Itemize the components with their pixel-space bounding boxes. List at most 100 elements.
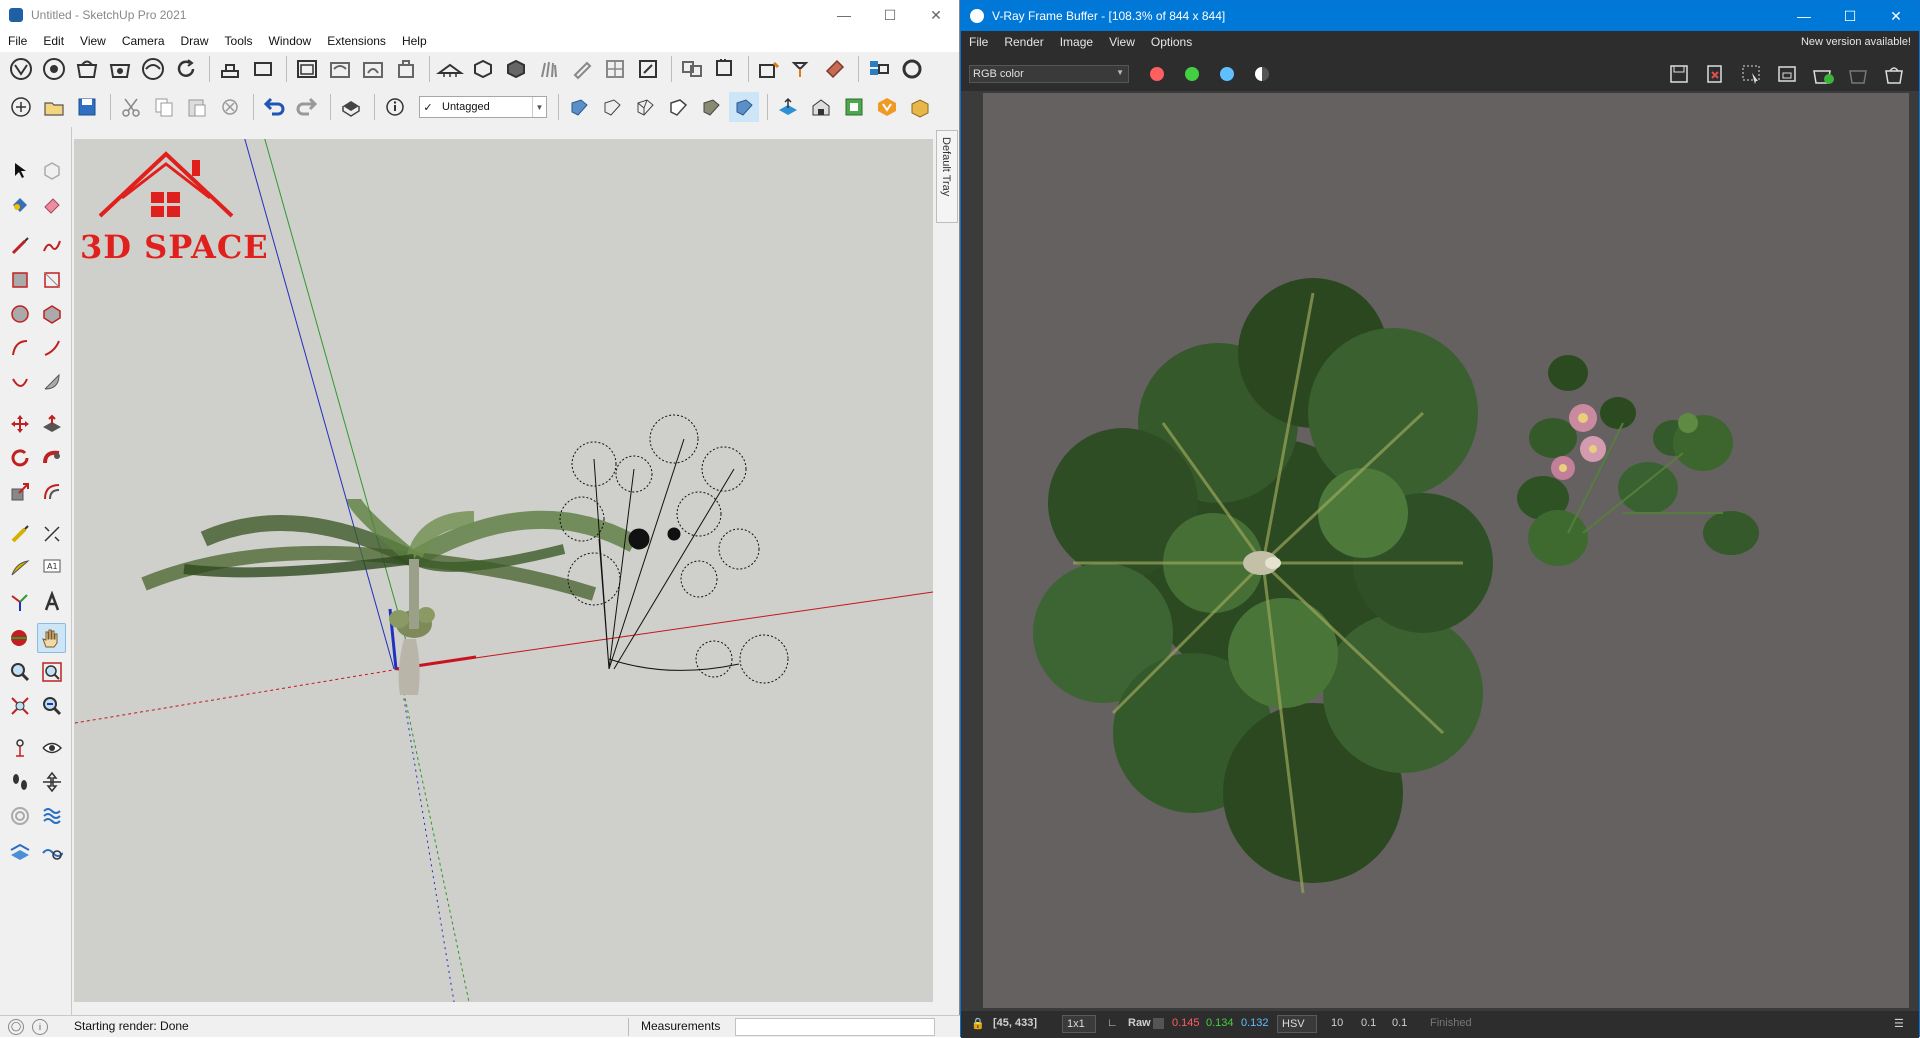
vray-minimize-button[interactable]: —: [1781, 1, 1827, 31]
render-image[interactable]: [983, 93, 1909, 1008]
minimize-button[interactable]: —: [821, 0, 867, 30]
redo-icon[interactable]: [292, 92, 322, 122]
two-point-arc-icon[interactable]: [37, 333, 66, 363]
menu-edit[interactable]: Edit: [35, 30, 72, 52]
paint-bucket-icon[interactable]: [5, 189, 34, 219]
text-tool-icon[interactable]: A1: [37, 553, 66, 583]
style-xray-icon[interactable]: [564, 92, 594, 122]
sandbox-icon[interactable]: [773, 92, 803, 122]
track-mouse-icon[interactable]: [1773, 61, 1801, 87]
chevron-down-icon[interactable]: ▼: [532, 97, 546, 117]
protractor-icon[interactable]: [5, 553, 34, 583]
menu-window[interactable]: Window: [261, 30, 320, 52]
menu-view[interactable]: View: [72, 30, 114, 52]
save-icon[interactable]: [72, 92, 102, 122]
rectangle-tool-icon[interactable]: [5, 265, 34, 295]
style-back-edges-icon[interactable]: [597, 92, 627, 122]
menu-camera[interactable]: Camera: [114, 30, 173, 52]
walk-tool-icon[interactable]: [5, 767, 34, 797]
layout-icon[interactable]: [872, 92, 902, 122]
vray-close-button[interactable]: ✕: [1873, 1, 1919, 31]
log-panel-icon[interactable]: ☰: [1894, 1017, 1904, 1030]
stop-render-icon[interactable]: [1845, 61, 1873, 87]
colorspace-select[interactable]: HSV: [1277, 1015, 1317, 1033]
maximize-button[interactable]: ☐: [867, 0, 913, 30]
solid-tools-icon[interactable]: [37, 801, 66, 831]
undo-icon[interactable]: [259, 92, 289, 122]
extension-warehouse-icon[interactable]: [839, 92, 869, 122]
orbit-tool-icon[interactable]: [5, 623, 34, 653]
circle-tool-icon[interactable]: [5, 299, 34, 329]
model-info-icon[interactable]: [380, 92, 410, 122]
select-tool-icon[interactable]: [5, 155, 34, 185]
open-folder-icon[interactable]: [39, 92, 69, 122]
lily-wireframe-model[interactable]: [559, 414, 789, 684]
cosmos-browser-icon[interactable]: [864, 54, 894, 84]
3d-viewport[interactable]: [74, 139, 933, 1002]
vray-interactive-render-icon[interactable]: [105, 54, 135, 84]
geo-location-icon[interactable]: ◯: [8, 1018, 24, 1035]
vray-material-library-icon[interactable]: [820, 54, 850, 84]
info-icon[interactable]: i: [32, 1018, 48, 1035]
pie-tool-icon[interactable]: [37, 367, 66, 397]
offset-tool-icon[interactable]: [37, 477, 66, 507]
vray-ies-light-icon[interactable]: [358, 54, 388, 84]
save-image-icon[interactable]: [1665, 61, 1693, 87]
measurements-input[interactable]: [735, 1018, 935, 1036]
zoom-extents-icon[interactable]: [5, 691, 34, 721]
blue-channel-toggle[interactable]: [1220, 67, 1234, 81]
green-channel-toggle[interactable]: [1185, 67, 1199, 81]
clear-image-icon[interactable]: [1701, 61, 1729, 87]
push-pull-icon[interactable]: [37, 409, 66, 439]
copy-icon[interactable]: [149, 92, 179, 122]
vray-decal-icon[interactable]: [633, 54, 663, 84]
vray-sphere-light-icon[interactable]: [248, 54, 278, 84]
follow-me-icon[interactable]: [37, 443, 66, 473]
pixel-ratio-select[interactable]: 1x1: [1062, 1015, 1096, 1033]
zoom-tool-icon[interactable]: [5, 657, 34, 687]
vray-refresh-icon[interactable]: [171, 54, 201, 84]
section-plane-icon[interactable]: [37, 767, 66, 797]
new-file-icon[interactable]: [6, 92, 36, 122]
default-tray-tab[interactable]: Default Tray: [936, 130, 958, 223]
vray-export-proxy-icon[interactable]: [501, 54, 531, 84]
vray-menu-view[interactable]: View: [1101, 31, 1143, 53]
color-picker-icon[interactable]: ∟: [1107, 1017, 1118, 1029]
vray-progressive-icon[interactable]: [138, 54, 168, 84]
vray-render-icon[interactable]: [72, 54, 102, 84]
papaya-tree-model[interactable]: [141, 497, 639, 695]
components-box-icon[interactable]: [905, 92, 935, 122]
vray-menu-render[interactable]: Render: [996, 31, 1051, 53]
three-point-arc-icon[interactable]: [5, 367, 34, 397]
lock-icon[interactable]: 🔒: [971, 1017, 985, 1030]
rotated-rectangle-icon[interactable]: [37, 265, 66, 295]
vray-menu-file[interactable]: File: [961, 31, 996, 53]
vray-denoiser-icon[interactable]: [787, 54, 817, 84]
vray-frame-icon[interactable]: [292, 54, 322, 84]
vray-lightmix-icon[interactable]: [754, 54, 784, 84]
eraser-icon[interactable]: [37, 189, 66, 219]
menu-help[interactable]: Help: [394, 30, 435, 52]
erase-selection-icon[interactable]: [215, 92, 245, 122]
print-icon[interactable]: [336, 92, 366, 122]
close-button[interactable]: ✕: [913, 0, 959, 30]
outer-shell-icon[interactable]: [5, 801, 34, 831]
new-version-notice[interactable]: New version available!: [1801, 31, 1911, 53]
dimension-tool-icon[interactable]: [37, 519, 66, 549]
chaos-cloud-icon[interactable]: [897, 54, 927, 84]
pan-tool-icon[interactable]: [36, 623, 66, 653]
freehand-tool-icon[interactable]: [37, 231, 66, 261]
vray-mesh-clipper-icon[interactable]: [567, 54, 597, 84]
vray-infinite-plane-icon[interactable]: [435, 54, 465, 84]
scale-tool-icon[interactable]: [5, 477, 34, 507]
menu-draw[interactable]: Draw: [173, 30, 217, 52]
sandbox-contours-icon[interactable]: [5, 835, 34, 865]
vray-maximize-button[interactable]: ☐: [1827, 1, 1873, 31]
move-tool-icon[interactable]: [5, 409, 34, 439]
position-camera-icon[interactable]: [5, 733, 34, 763]
previous-view-icon[interactable]: [37, 691, 66, 721]
style-wireframe-icon[interactable]: [630, 92, 660, 122]
red-channel-toggle[interactable]: [1150, 67, 1164, 81]
vray-proxy-icon[interactable]: [468, 54, 498, 84]
region-render-icon[interactable]: [1737, 61, 1765, 87]
